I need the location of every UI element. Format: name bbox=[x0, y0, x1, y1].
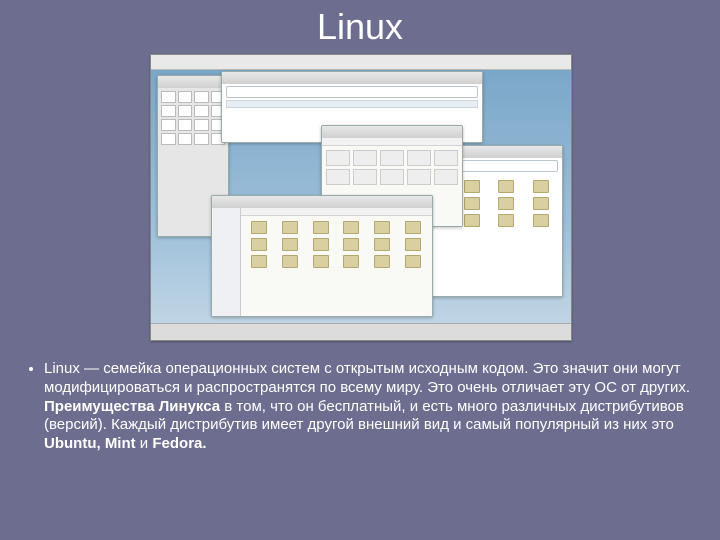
body-text-part: и bbox=[136, 435, 153, 452]
window-body bbox=[212, 208, 432, 316]
file-manager-sidebar bbox=[212, 208, 241, 316]
desktop-screenshot-collage bbox=[150, 54, 572, 341]
address-bar bbox=[226, 86, 478, 98]
gnome-bottom-panel bbox=[151, 323, 571, 340]
file-manager-window bbox=[211, 195, 433, 317]
body-text-bold: Fedora. bbox=[152, 435, 206, 452]
page-title: Linux bbox=[0, 6, 720, 48]
gnome-top-panel bbox=[151, 55, 571, 70]
body-text-part: Linux — семейка операционных систем с от… bbox=[44, 360, 690, 396]
body-text-bold: Преимущества Линукса bbox=[44, 398, 220, 415]
body-text: Linux — семейка операционных систем с от… bbox=[26, 360, 694, 454]
bullet-item: Linux — семейка операционных систем с от… bbox=[44, 360, 694, 454]
body-text-bold: Ubuntu, Mint bbox=[44, 435, 136, 452]
